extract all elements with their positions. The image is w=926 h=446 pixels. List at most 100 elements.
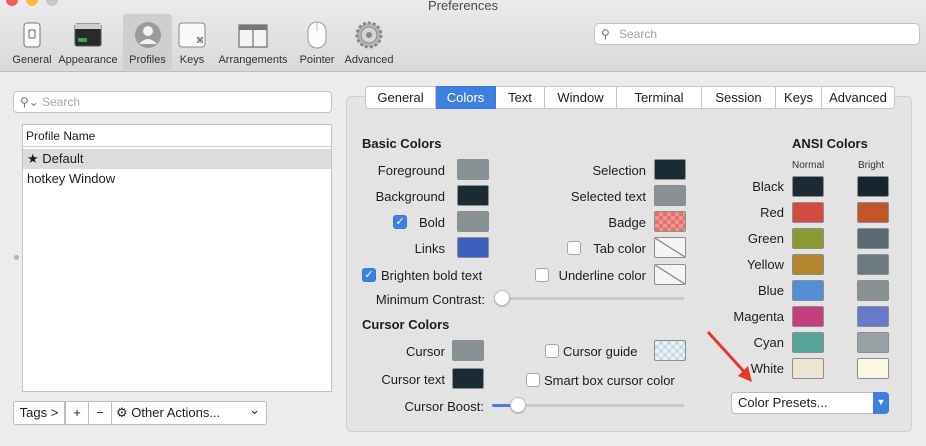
tab-terminal[interactable]: Terminal — [617, 86, 702, 109]
cursor-color-well[interactable] — [452, 340, 484, 361]
ansi-green-normal-well[interactable] — [792, 228, 824, 249]
cursor-text-color-well[interactable] — [452, 368, 484, 389]
cursor-guide-color-well[interactable] — [654, 340, 686, 361]
search-icon: ⚲ — [601, 27, 610, 41]
preferences-search-input[interactable]: ⚲ Search — [594, 23, 920, 45]
toolbar-general[interactable]: General — [2, 14, 62, 70]
badge-color-well[interactable] — [654, 211, 686, 232]
cursor-boost-slider[interactable] — [509, 397, 526, 413]
selection-color-well[interactable] — [654, 159, 686, 180]
ansi-yellow-normal-well[interactable] — [792, 254, 824, 275]
badge-label: Badge — [608, 215, 646, 230]
toolbar-profiles[interactable]: Profiles — [123, 14, 172, 70]
cursor-label: Cursor — [405, 344, 445, 359]
ansi-cyan-normal-well[interactable] — [792, 332, 824, 353]
cursor-guide-label: Cursor guide — [563, 344, 638, 359]
tab-general[interactable]: General — [365, 86, 436, 109]
profile-list: Profile Name ★ Default hotkey Window — [22, 124, 332, 392]
default-star-icon: ★ — [27, 151, 39, 166]
background-label: Background — [375, 189, 445, 204]
tab-advanced[interactable]: Advanced — [822, 86, 895, 109]
foreground-label: Foreground — [377, 163, 445, 178]
foreground-color-well[interactable] — [457, 159, 489, 180]
tab-keys[interactable]: Keys — [776, 86, 822, 109]
selected-text-color-well[interactable] — [654, 185, 686, 206]
profile-row-hotkey-window[interactable]: hotkey Window — [23, 169, 331, 189]
ansi-bright-header: Bright — [858, 160, 885, 171]
underline-color-label: Underline color — [558, 268, 646, 283]
toolbar: Preferences General Appearance Profiles … — [0, 0, 926, 72]
color-presets-label: Color Presets... — [738, 395, 828, 410]
minimum-contrast-label: Minimum Contrast: — [375, 292, 485, 307]
ansi-blue-label: Blue — [757, 283, 784, 298]
ansi-blue-bright-well[interactable] — [857, 280, 889, 301]
profile-name: hotkey Window — [27, 171, 116, 186]
color-presets-dropdown[interactable]: Color Presets... ▼ — [731, 392, 889, 414]
toolbar-label: General — [12, 54, 52, 66]
arrangements-icon — [238, 24, 268, 48]
bold-label: Bold — [418, 215, 445, 230]
links-color-well[interactable] — [457, 237, 489, 258]
toolbar-label: Arrangements — [218, 54, 288, 66]
profile-name-column-header[interactable]: Profile Name — [23, 125, 331, 147]
toolbar-arrangements[interactable]: Arrangements — [214, 14, 292, 70]
smart-box-cursor-checkbox[interactable] — [526, 373, 540, 387]
general-icon — [23, 22, 41, 48]
tab-color-well[interactable] — [654, 237, 686, 258]
ansi-yellow-label: Yellow — [746, 257, 784, 272]
tab-colors[interactable]: Colors — [436, 86, 496, 109]
profile-search-input[interactable]: ⚲⌄ Search — [13, 91, 332, 113]
add-profile-button[interactable]: + — [65, 401, 89, 425]
background-color-well[interactable] — [457, 185, 489, 206]
ansi-red-label: Red — [760, 205, 784, 220]
minimum-contrast-slider[interactable] — [494, 290, 510, 306]
remove-profile-button[interactable]: − — [88, 401, 112, 425]
toolbar-label: Profiles — [129, 54, 166, 66]
split-view-handle[interactable] — [14, 255, 19, 260]
ansi-green-bright-well[interactable] — [857, 228, 889, 249]
minimum-contrast-track[interactable] — [494, 297, 684, 300]
ansi-colors-heading: ANSI Colors — [792, 136, 868, 151]
underline-color-well[interactable] — [654, 264, 686, 285]
profile-row-default[interactable]: ★ Default — [23, 149, 331, 169]
bold-color-well[interactable] — [457, 211, 489, 232]
cursor-guide-checkbox[interactable] — [545, 344, 559, 358]
toolbar-pointer[interactable]: Pointer — [295, 14, 339, 70]
ansi-cyan-bright-well[interactable] — [857, 332, 889, 353]
tags-button[interactable]: Tags > — [13, 401, 65, 425]
tab-window[interactable]: Window — [545, 86, 617, 109]
chevron-down-icon: ▼ — [873, 392, 889, 414]
cursor-boost-label: Cursor Boost: — [404, 399, 484, 414]
toolbar-appearance[interactable]: Appearance — [56, 14, 120, 70]
ansi-yellow-bright-well[interactable] — [857, 254, 889, 275]
pointer-icon — [307, 21, 327, 49]
ansi-magenta-label: Magenta — [733, 309, 784, 324]
toolbar-keys[interactable]: ⌘ Keys — [172, 14, 212, 70]
appearance-icon — [74, 23, 102, 47]
svg-text:⌘: ⌘ — [196, 36, 204, 45]
ansi-black-normal-well[interactable] — [792, 176, 824, 197]
ansi-magenta-bright-well[interactable] — [857, 306, 889, 327]
profiles-icon — [134, 22, 161, 48]
other-actions-menu[interactable]: ⚙ Other Actions... ⌄ — [111, 401, 267, 425]
ansi-red-normal-well[interactable] — [792, 202, 824, 223]
ansi-white-bright-well[interactable] — [857, 358, 889, 379]
toolbar-label: Pointer — [299, 54, 335, 66]
search-placeholder: Search — [619, 27, 658, 41]
brighten-bold-label: Brighten bold text — [381, 268, 483, 283]
toolbar-advanced[interactable]: Advanced — [340, 14, 398, 70]
keys-icon: ⌘ — [178, 22, 206, 48]
brighten-bold-checkbox[interactable]: ✓ — [362, 268, 376, 282]
ansi-white-normal-well[interactable] — [792, 358, 824, 379]
ansi-red-bright-well[interactable] — [857, 202, 889, 223]
selected-text-label: Selected text — [570, 189, 646, 204]
tab-text[interactable]: Text — [496, 86, 545, 109]
ansi-black-label: Black — [752, 179, 784, 194]
ansi-blue-normal-well[interactable] — [792, 280, 824, 301]
other-actions-label: Other Actions... — [131, 405, 221, 420]
basic-colors-heading: Basic Colors — [362, 136, 442, 151]
gear-icon: ⚙ — [116, 405, 128, 420]
ansi-black-bright-well[interactable] — [857, 176, 889, 197]
ansi-magenta-normal-well[interactable] — [792, 306, 824, 327]
tab-session[interactable]: Session — [702, 86, 776, 109]
